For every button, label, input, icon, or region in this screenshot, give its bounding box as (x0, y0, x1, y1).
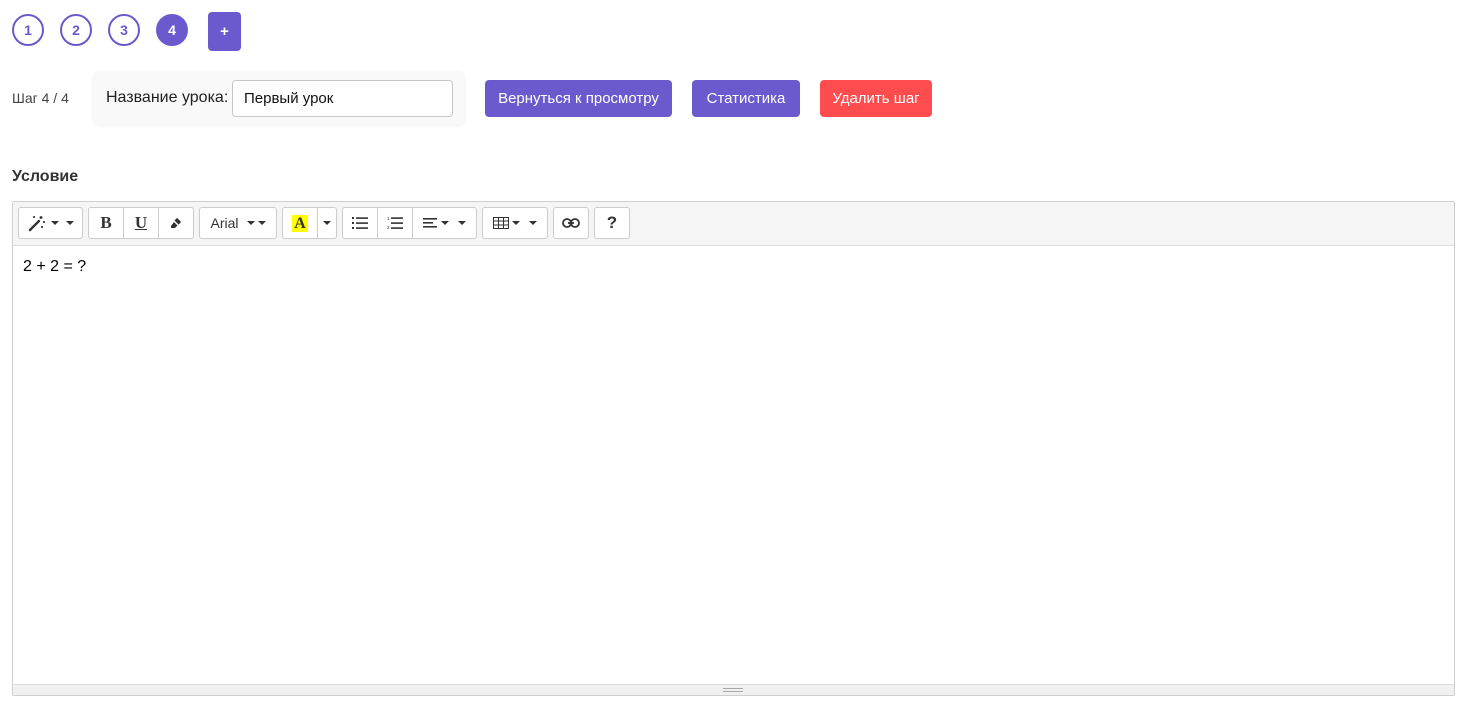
unordered-list-button[interactable] (342, 207, 378, 239)
underline-button[interactable]: U (124, 207, 159, 239)
chevron-down-icon (512, 221, 520, 225)
style-group (18, 207, 83, 239)
font-style-group: B U (88, 207, 194, 239)
bold-button[interactable]: B (88, 207, 124, 239)
text-color-button[interactable]: A (282, 207, 318, 239)
chevron-down-icon (441, 221, 449, 225)
step-2-button[interactable]: 2 (60, 14, 92, 46)
chevron-down-icon (323, 221, 331, 225)
ordered-list-button[interactable]: 1 2 (378, 207, 413, 239)
eraser-icon (171, 218, 181, 228)
chevron-down-icon (257, 221, 266, 225)
chevron-down-icon (246, 221, 255, 225)
help-button[interactable]: ? (594, 207, 630, 239)
color-dropdown-button[interactable] (318, 207, 337, 239)
chevron-down-icon (458, 221, 466, 225)
insert-table-dropdown[interactable] (482, 207, 548, 239)
editor-resize-bar[interactable] (13, 684, 1454, 695)
lesson-title-input[interactable] (232, 80, 453, 117)
paragraph-group: 1 2 (342, 207, 477, 239)
table-group (482, 207, 548, 239)
style-dropdown-button[interactable] (18, 207, 83, 239)
magic-wand-icon (28, 216, 45, 232)
chevron-down-icon (65, 221, 74, 225)
add-step-button[interactable]: + (208, 12, 241, 51)
font-name-group: Arial (199, 207, 277, 239)
font-name-dropdown[interactable]: Arial (199, 207, 277, 239)
lesson-title-card: Название урока: (94, 72, 464, 124)
condition-label: Условие (12, 168, 79, 185)
chevron-down-icon (529, 221, 537, 225)
numbered-list-icon: 1 2 (387, 216, 403, 230)
color-group: A (282, 207, 337, 239)
link-icon (562, 218, 580, 228)
help-group: ? (594, 207, 630, 239)
align-left-icon (423, 218, 437, 228)
editor-toolbar: B U Arial A 1 2 ? (13, 202, 1454, 246)
step-4-button[interactable]: 4 (156, 14, 188, 46)
paragraph-align-dropdown[interactable] (413, 207, 477, 239)
step-counter: Шаг 4 / 4 (12, 90, 69, 106)
step-3-button[interactable]: 3 (108, 14, 140, 46)
svg-text:1: 1 (387, 216, 390, 221)
statistics-button[interactable]: Статистика (692, 80, 800, 117)
color-letter-icon: A (292, 214, 308, 232)
table-icon (493, 217, 509, 229)
insert-link-button[interactable] (553, 207, 589, 239)
back-to-view-button[interactable]: Вернуться к просмотру (485, 80, 672, 117)
step-1-button[interactable]: 1 (12, 14, 44, 46)
bullet-list-icon (352, 217, 368, 229)
svg-text:2: 2 (387, 225, 390, 230)
delete-step-button[interactable]: Удалить шаг (820, 80, 932, 117)
rich-text-editor: B U Arial A 1 2 ? 2 + 2 = ? (12, 201, 1455, 696)
clear-format-button[interactable] (159, 207, 194, 239)
link-group (553, 207, 589, 239)
resize-grip-icon (723, 688, 743, 692)
lesson-title-label: Название урока: (106, 89, 229, 106)
font-name-value: Arial (210, 215, 239, 231)
editor-content[interactable]: 2 + 2 = ? (23, 258, 86, 276)
chevron-down-icon (50, 221, 59, 225)
